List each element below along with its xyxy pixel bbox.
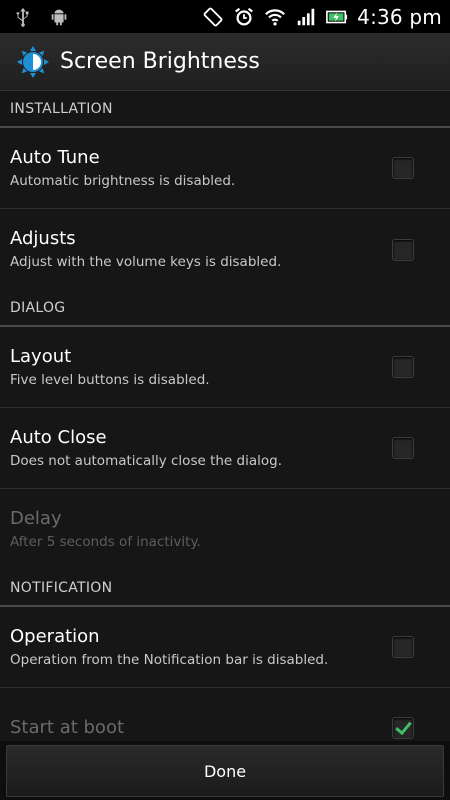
pref-adjusts[interactable]: Adjusts Adjust with the volume keys is d… — [0, 209, 450, 290]
pref-summary: Operation from the Notification bar is d… — [10, 651, 329, 668]
bottom-bar: Done — [0, 741, 450, 800]
layout-checkbox[interactable] — [392, 356, 414, 378]
pref-title: Delay — [10, 508, 62, 529]
wifi-icon — [264, 6, 286, 28]
pref-auto-close[interactable]: Auto Close Does not automatically close … — [0, 408, 450, 489]
pref-summary: Does not automatically close the dialog. — [10, 452, 282, 469]
pref-title: Adjusts — [10, 228, 76, 249]
status-bar: 4:36 pm — [0, 0, 450, 33]
auto-close-checkbox[interactable] — [392, 437, 414, 459]
pref-layout[interactable]: Layout Five level buttons is disabled. — [0, 327, 450, 408]
pref-delay: Delay After 5 seconds of inactivity. — [0, 489, 450, 570]
page-title: Screen Brightness — [60, 49, 260, 74]
brightness-app-icon — [16, 45, 50, 79]
operation-checkbox[interactable] — [392, 636, 414, 658]
action-bar: Screen Brightness — [0, 33, 450, 91]
pref-title: Layout — [10, 345, 72, 367]
signal-icon — [295, 6, 317, 28]
screen-rotation-icon — [202, 6, 224, 28]
pref-title: Auto Close — [10, 426, 107, 448]
adjusts-checkbox[interactable] — [392, 238, 414, 261]
pref-auto-tune[interactable]: Auto Tune Automatic brightness is disabl… — [0, 128, 450, 209]
pref-summary: Adjust with the volume keys is disabled. — [10, 254, 282, 270]
section-header-notification: NOTIFICATION — [0, 570, 450, 607]
section-header-installation: INSTALLATION — [0, 91, 450, 128]
pref-title: Start at boot — [10, 716, 125, 738]
pref-operation[interactable]: Operation Operation from the Notificatio… — [0, 607, 450, 688]
pref-summary: Automatic brightness is disabled. — [10, 172, 236, 189]
pref-title: Operation — [10, 625, 100, 647]
pref-summary: After 5 seconds of inactivity. — [10, 534, 201, 550]
battery-charging-icon — [326, 6, 348, 28]
pref-start-at-boot: Start at boot — [0, 688, 450, 741]
pref-title: Auto Tune — [10, 146, 100, 168]
section-header-dialog: DIALOG — [0, 290, 450, 327]
done-button[interactable]: Done — [6, 745, 444, 797]
alarm-icon — [233, 6, 255, 28]
start-at-boot-checkbox — [392, 717, 414, 739]
auto-tune-checkbox[interactable] — [392, 157, 414, 179]
pref-summary: Five level buttons is disabled. — [10, 371, 210, 388]
status-time: 4:36 pm — [357, 4, 442, 29]
preference-list[interactable]: INSTALLATION Auto Tune Automatic brightn… — [0, 91, 450, 741]
usb-icon — [12, 6, 34, 28]
android-debug-icon — [48, 6, 70, 28]
